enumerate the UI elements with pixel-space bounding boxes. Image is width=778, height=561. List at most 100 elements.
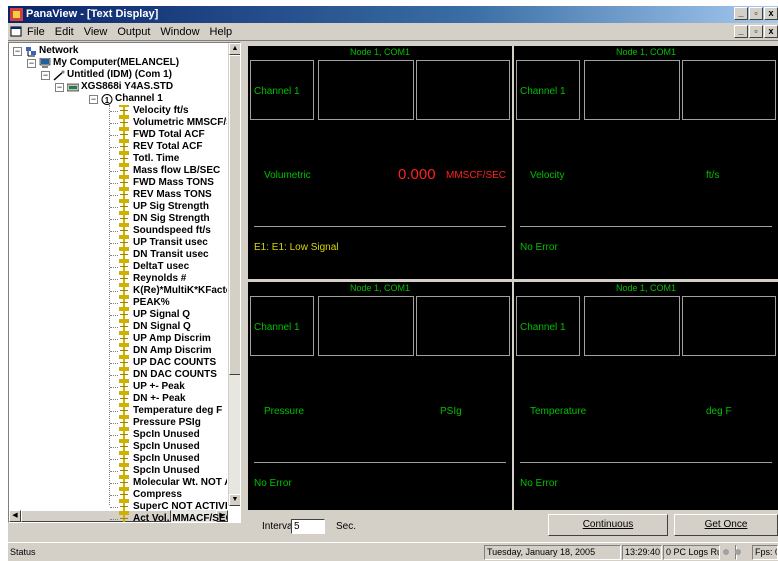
tree-item-measurement[interactable]: SpcIn Unused xyxy=(133,465,227,477)
interval-input[interactable]: 5 xyxy=(291,519,325,534)
tree-node-network[interactable]: Network xyxy=(39,45,78,57)
tree-item-measurement[interactable]: PEAK% xyxy=(133,297,227,309)
close-icon[interactable]: x xyxy=(764,7,778,20)
tree-item-measurement[interactable]: Mass flow LB/SEC xyxy=(133,165,227,177)
network-tree[interactable]: − Network − My Computer(MELANCEL) − Unti… xyxy=(8,42,241,523)
blank-cell xyxy=(682,60,776,120)
menu-window[interactable]: Window xyxy=(155,26,204,38)
expand-untitled-icon[interactable]: − xyxy=(41,71,50,80)
status-led-icon xyxy=(723,548,729,555)
menu-file[interactable]: File xyxy=(22,26,50,38)
tree-item-measurement[interactable]: UP Transit usec xyxy=(133,237,227,249)
tree-item-measurement[interactable]: Pressure PSIg xyxy=(133,417,227,429)
tree-guide-line xyxy=(109,105,110,505)
measure-name: Volumetric xyxy=(264,170,311,181)
display-panel[interactable]: Node 1, COM1 Channel 1 Volumetric 0.000 MMSC… xyxy=(248,46,512,279)
tree-item-measurement[interactable]: Velocity ft/s xyxy=(133,105,227,117)
display-panel[interactable]: Node 1, COM1 Channel 1 Velocity ft/s No Erro… xyxy=(514,46,778,279)
status-led-icon xyxy=(735,548,741,555)
scroll-up-icon[interactable]: ▲ xyxy=(229,43,240,55)
panel-status: E1: E1: Low Signal xyxy=(254,242,339,253)
tree-item-measurement[interactable]: DN DAC COUNTS xyxy=(133,369,227,381)
tree-item-measurement[interactable]: SpcIn Unused xyxy=(133,453,227,465)
get-once-button[interactable]: Get Once xyxy=(674,514,778,536)
child-minimize-icon[interactable]: _ xyxy=(734,25,748,38)
tree-item-measurement[interactable]: DN +- Peak xyxy=(133,393,227,405)
tree-item-measurement[interactable]: DN Amp Discrim xyxy=(133,345,227,357)
menu-output[interactable]: Output xyxy=(112,26,155,38)
tree-item-measurement[interactable]: Volumetric MMSCF/SE xyxy=(133,117,227,129)
scroll-thumb[interactable] xyxy=(229,55,240,375)
minimize-icon[interactable]: _ xyxy=(734,7,748,20)
tree-node-meter[interactable]: XGS868i Y4AS.STD xyxy=(81,81,173,93)
display-panel[interactable]: Node 1, COM1 Channel 1 Temperature deg F No … xyxy=(514,282,778,515)
measurement-icon xyxy=(119,213,129,225)
tree-item-measurement[interactable]: UP Sig Strength xyxy=(133,201,227,213)
measure-unit: MMSCF/SEC xyxy=(446,170,506,181)
blank-cell xyxy=(318,60,414,120)
tree-item-measurement[interactable]: UP +- Peak xyxy=(133,381,227,393)
expand-channel-icon[interactable]: − xyxy=(89,95,98,104)
tree-item-measurement[interactable]: DeltaT usec xyxy=(133,261,227,273)
expand-computer-icon[interactable]: − xyxy=(27,59,36,68)
tree-item-measurement[interactable]: UP Amp Discrim xyxy=(133,333,227,345)
tree-item-measurement[interactable]: Molecular Wt. NOT AI xyxy=(133,477,227,489)
tree-item-measurement[interactable]: K(Re)*MultiK*KFactor xyxy=(133,285,227,297)
measurement-icon xyxy=(119,369,129,381)
tree-branch-line xyxy=(110,435,118,436)
tree-item-measurement[interactable]: REV Total ACF xyxy=(133,141,227,153)
measurement-icon xyxy=(119,297,129,309)
tree-item-measurement[interactable]: Totl. Time xyxy=(133,153,227,165)
tree-item-measurement[interactable]: DN Signal Q xyxy=(133,321,227,333)
tree-branch-line xyxy=(110,135,118,136)
status-logs: 0 PC Logs Running xyxy=(663,545,720,560)
tree-item-measurement[interactable]: Reynolds # xyxy=(133,273,227,285)
tree-item-measurement[interactable]: UP Signal Q xyxy=(133,309,227,321)
tree-item-measurement[interactable]: Compress xyxy=(133,489,227,501)
child-restore-icon[interactable]: ▫ xyxy=(749,25,763,38)
measurement-icon xyxy=(119,189,129,201)
display-area: Node 1, COM1 Channel 1 Volumetric 0.000 MMSC… xyxy=(244,42,778,515)
display-panel[interactable]: Node 1, COM1 Channel 1 Pressure PSIg No Erro… xyxy=(248,282,512,515)
tree-item-measurement[interactable]: SuperC NOT ACTIVE xyxy=(133,501,227,513)
tree-branch-line xyxy=(110,315,118,316)
expand-network-icon[interactable]: − xyxy=(13,47,22,56)
menu-help[interactable]: Help xyxy=(205,26,238,38)
tree-item-measurement[interactable]: Act Vol. MMACF/SEC xyxy=(133,513,227,522)
measurement-icon xyxy=(119,117,129,129)
panel-divider xyxy=(254,226,506,227)
restore-icon[interactable]: ▫ xyxy=(749,7,763,20)
expand-meter-icon[interactable]: − xyxy=(55,83,64,92)
svg-text:1: 1 xyxy=(105,96,110,105)
meter-icon xyxy=(67,83,79,92)
tree-branch-line xyxy=(110,459,118,460)
tree-branch-line xyxy=(110,387,118,388)
measurement-icon xyxy=(119,489,129,501)
tree-item-measurement[interactable]: UP DAC COUNTS xyxy=(133,357,227,369)
tree-branch-line xyxy=(110,411,118,412)
document-icon[interactable] xyxy=(10,26,22,37)
tree-node-computer[interactable]: My Computer(MELANCEL) xyxy=(53,57,179,69)
measurement-icon xyxy=(119,153,129,165)
menu-edit[interactable]: Edit xyxy=(50,26,79,38)
tree-item-measurement[interactable]: DN Sig Strength xyxy=(133,213,227,225)
tree-node-channel[interactable]: Channel 1 xyxy=(115,93,163,105)
tree-item-measurement[interactable]: SpcIn Unused xyxy=(133,441,227,453)
tree-item-measurement[interactable]: Soundspeed ft/s xyxy=(133,225,227,237)
tree-item-measurement[interactable]: FWD Mass TONS xyxy=(133,177,227,189)
measurement-icon xyxy=(119,201,129,213)
panel-divider xyxy=(254,462,506,463)
tree-item-measurement[interactable]: FWD Total ACF xyxy=(133,129,227,141)
scroll-left-icon[interactable]: ◀ xyxy=(9,510,21,522)
tree-node-untitled[interactable]: Untitled (IDM) (Com 1) xyxy=(67,69,172,81)
continuous-button[interactable]: Continuous xyxy=(548,514,668,536)
child-close-icon[interactable]: x xyxy=(764,25,778,38)
tree-item-measurement[interactable]: DN Transit usec xyxy=(133,249,227,261)
scroll-down-icon[interactable]: ▼ xyxy=(229,494,240,506)
tree-vertical-scrollbar[interactable]: ▲ ▼ xyxy=(228,43,240,506)
blank-cell xyxy=(584,296,680,356)
tree-item-measurement[interactable]: SpcIn Unused xyxy=(133,429,227,441)
menu-view[interactable]: View xyxy=(79,26,113,38)
tree-item-measurement[interactable]: REV Mass TONS xyxy=(133,189,227,201)
tree-item-measurement[interactable]: Temperature deg F xyxy=(133,405,227,417)
